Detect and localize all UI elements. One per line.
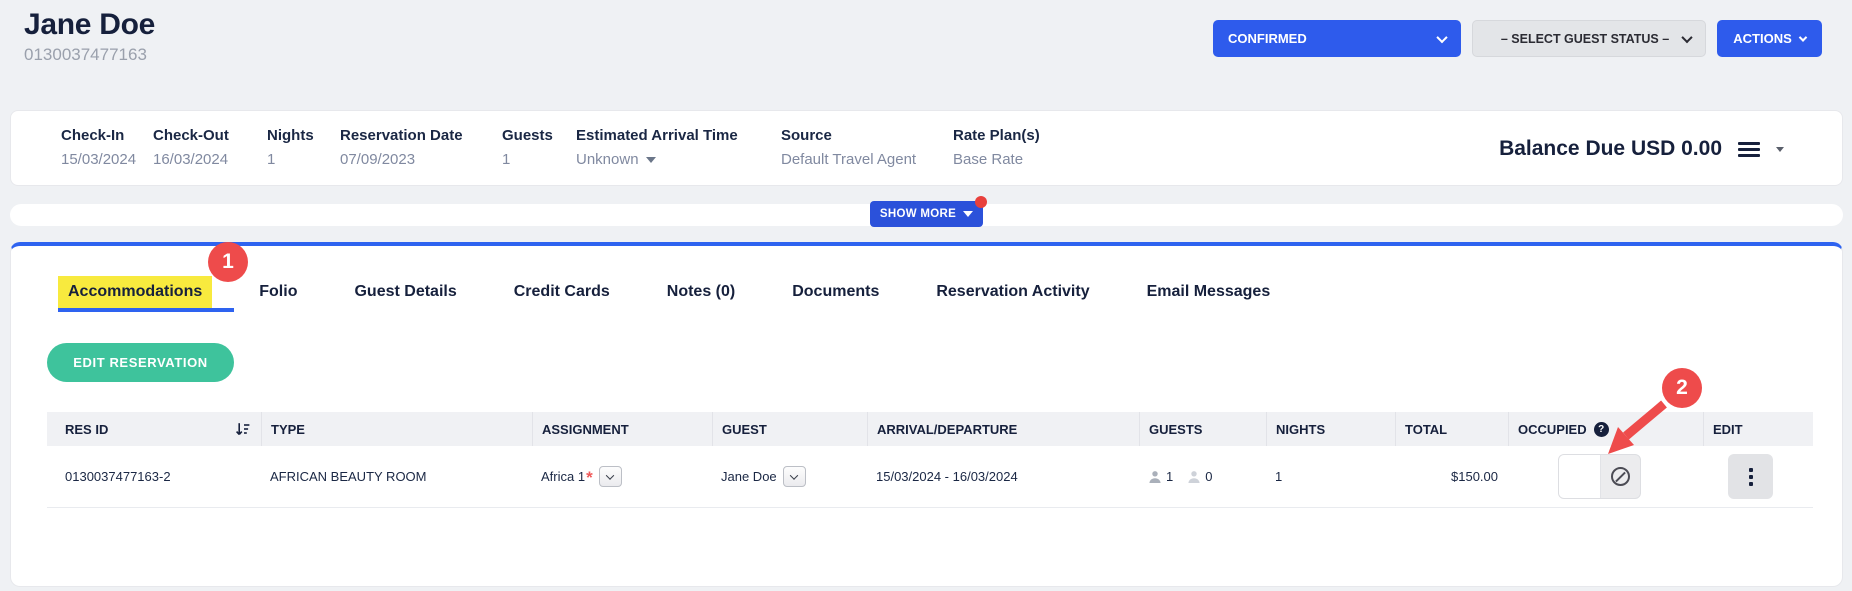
- annotation-arrow: [1588, 396, 1680, 468]
- guest-dropdown[interactable]: [783, 466, 806, 487]
- vertical-ellipsis-icon: [1749, 475, 1753, 479]
- page-title: Jane Doe: [24, 8, 155, 42]
- show-more-label: SHOW MORE: [880, 208, 956, 220]
- summary-field-source: Source Default Travel Agent: [781, 127, 916, 168]
- tab-guest-details[interactable]: Guest Details: [354, 276, 456, 308]
- summary-field-guests: Guests 1: [502, 127, 553, 168]
- actions-label: ACTIONS: [1733, 31, 1792, 46]
- cell-guest: Jane Doe: [712, 466, 867, 487]
- summary-field-nights: Nights 1: [267, 127, 314, 168]
- accommodations-table: RES ID TYPE ASSIGNMENT GUEST ARRIVAL/DEP…: [47, 412, 1813, 508]
- sort-icon[interactable]: [235, 422, 251, 437]
- reservation-number: 0130037477163: [24, 45, 155, 65]
- reservation-summary-card: Check-In 15/03/2024 Check-Out 16/03/2024…: [10, 110, 1843, 186]
- field-label: Estimated Arrival Time: [576, 127, 738, 144]
- chevron-down-icon: [606, 471, 614, 479]
- field-label: Guests: [502, 127, 553, 144]
- field-value: Base Rate: [953, 151, 1040, 168]
- cell-edit: [1703, 454, 1813, 499]
- page-header: Jane Doe 0130037477163: [24, 8, 155, 65]
- column-type: TYPE: [261, 412, 532, 446]
- no-entry-icon: [1611, 467, 1630, 486]
- summary-field-reservation-date: Reservation Date 07/09/2023: [340, 127, 463, 168]
- cell-assignment: Africa 1 *: [532, 466, 712, 488]
- caret-down-icon[interactable]: [1776, 147, 1784, 152]
- annotation-step-2-badge: 2: [1662, 368, 1702, 408]
- tab-bar: Accommodations Folio Guest Details Credi…: [68, 276, 1270, 308]
- header-actions: CONFIRMED – SELECT GUEST STATUS – ACTION…: [1213, 20, 1822, 57]
- guest-status-dropdown[interactable]: – SELECT GUEST STATUS –: [1472, 20, 1706, 57]
- tab-accommodations[interactable]: Accommodations: [58, 276, 212, 308]
- child-count: 0: [1205, 469, 1212, 484]
- chevron-down-icon: [1436, 31, 1447, 42]
- column-res-id: RES ID: [47, 412, 261, 446]
- cell-nights: 1: [1266, 469, 1395, 484]
- field-value: Default Travel Agent: [781, 151, 916, 168]
- tab-email-messages[interactable]: Email Messages: [1147, 276, 1271, 308]
- field-value: 15/03/2024: [61, 151, 136, 168]
- chevron-down-icon: [790, 471, 798, 479]
- reservation-detail-panel: Accommodations Folio Guest Details Credi…: [10, 242, 1843, 587]
- adult-icon: [1148, 470, 1162, 484]
- tab-documents[interactable]: Documents: [792, 276, 879, 308]
- column-arrival-departure: ARRIVAL/DEPARTURE: [867, 412, 1139, 446]
- field-label: Check-Out: [153, 127, 229, 144]
- adult-count: 1: [1166, 469, 1173, 484]
- show-more-button[interactable]: SHOW MORE: [870, 201, 983, 227]
- balance-due-area: Balance Due USD 0.00: [1499, 111, 1784, 187]
- summary-field-check-out: Check-Out 16/03/2024: [153, 127, 229, 168]
- field-label: Nights: [267, 127, 314, 144]
- reservation-status-dropdown[interactable]: CONFIRMED: [1213, 20, 1461, 57]
- cell-arrival-departure: 15/03/2024 - 16/03/2024: [867, 469, 1139, 484]
- tab-reservation-activity[interactable]: Reservation Activity: [936, 276, 1089, 308]
- actions-button[interactable]: ACTIONS: [1717, 20, 1822, 57]
- column-total: TOTAL: [1395, 412, 1508, 446]
- chevron-down-icon: [1681, 31, 1692, 42]
- field-label: Check-In: [61, 127, 136, 144]
- table-row: 0130037477163-2 AFRICAN BEAUTY ROOM Afri…: [47, 446, 1813, 508]
- reservation-status-label: CONFIRMED: [1228, 31, 1307, 46]
- cell-guests: 1 0: [1139, 469, 1266, 484]
- cell-type: AFRICAN BEAUTY ROOM: [261, 469, 532, 484]
- tab-credit-cards[interactable]: Credit Cards: [514, 276, 610, 308]
- row-edit-menu-button[interactable]: [1728, 454, 1773, 499]
- balance-due-text: Balance Due USD 0.00: [1499, 137, 1722, 161]
- column-guests: GUESTS: [1139, 412, 1266, 446]
- triangle-down-icon: [963, 211, 973, 217]
- required-asterisk-icon: *: [586, 468, 593, 488]
- column-edit: EDIT: [1703, 412, 1813, 446]
- menu-icon[interactable]: [1738, 142, 1760, 145]
- tab-folio[interactable]: Folio: [259, 276, 297, 308]
- arrival-time-dropdown[interactable]: Unknown: [576, 151, 738, 168]
- cell-total: $150.00: [1395, 469, 1508, 484]
- field-label: Rate Plan(s): [953, 127, 1040, 144]
- summary-field-check-in: Check-In 15/03/2024: [61, 127, 136, 168]
- cell-res-id: 0130037477163-2: [47, 469, 261, 484]
- summary-field-rate-plans: Rate Plan(s) Base Rate: [953, 127, 1040, 168]
- child-icon: [1187, 470, 1201, 484]
- column-guest: GUEST: [712, 412, 867, 446]
- field-label: Reservation Date: [340, 127, 463, 144]
- assignment-dropdown[interactable]: [599, 466, 622, 487]
- edit-reservation-button[interactable]: EDIT RESERVATION: [47, 343, 234, 382]
- field-value: 07/09/2023: [340, 151, 463, 168]
- notification-dot: [975, 196, 987, 208]
- edit-reservation-label: EDIT RESERVATION: [73, 355, 208, 370]
- field-label: Source: [781, 127, 916, 144]
- field-value: 1: [502, 151, 553, 168]
- column-assignment: ASSIGNMENT: [532, 412, 712, 446]
- summary-field-estimated-arrival: Estimated Arrival Time Unknown: [576, 127, 738, 168]
- chevron-down-icon: [1799, 33, 1807, 41]
- field-value: 16/03/2024: [153, 151, 229, 168]
- tab-notes[interactable]: Notes (0): [667, 276, 735, 308]
- chevron-down-icon: [646, 157, 656, 163]
- guest-status-label: – SELECT GUEST STATUS –: [1487, 32, 1683, 46]
- annotation-step-1-badge: 1: [208, 242, 248, 282]
- column-nights: NIGHTS: [1266, 412, 1395, 446]
- field-value: 1: [267, 151, 314, 168]
- table-header-row: RES ID TYPE ASSIGNMENT GUEST ARRIVAL/DEP…: [47, 412, 1813, 446]
